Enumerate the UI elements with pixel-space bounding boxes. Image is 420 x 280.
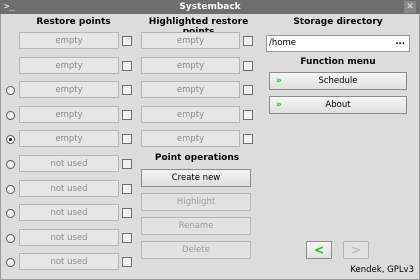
schedule-button[interactable]: » Schedule	[269, 72, 407, 90]
highlighted-point-checkbox[interactable]	[243, 85, 253, 96]
restore-point-radio[interactable]	[6, 135, 15, 145]
restore-point-radio[interactable]	[6, 233, 15, 243]
main-window: Restore points empty empty empty empty empty…	[0, 14, 420, 280]
delete-button[interactable]: Delete	[141, 241, 251, 259]
restore-point-checkbox[interactable]	[122, 85, 132, 96]
about-button[interactable]: » About	[269, 96, 407, 114]
browse-button[interactable]: ...	[395, 35, 405, 50]
highlighted-point-field[interactable]: empty	[141, 81, 240, 99]
restore-point-field[interactable]: not used	[19, 253, 119, 271]
restore-point-radio[interactable]	[6, 209, 15, 219]
back-button[interactable]: <	[306, 241, 332, 259]
highlight-button[interactable]: Highlight	[141, 193, 251, 211]
restore-point-checkbox[interactable]	[122, 109, 132, 120]
about-label: About	[325, 100, 351, 110]
restore-point-checkbox[interactable]	[122, 60, 132, 71]
restore-point-checkbox[interactable]	[122, 183, 132, 194]
restore-point-field[interactable]: empty	[19, 105, 119, 123]
highlighted-point-checkbox[interactable]	[243, 60, 253, 71]
restore-point-radio[interactable]	[6, 110, 15, 120]
restore-point-checkbox[interactable]	[122, 232, 132, 243]
restore-point-checkbox[interactable]	[122, 208, 132, 219]
title-bar: >_ Systemback ✕	[0, 0, 420, 14]
restore-point-checkbox[interactable]	[122, 134, 132, 145]
restore-point-checkbox[interactable]	[122, 159, 132, 169]
highlighted-point-checkbox[interactable]	[243, 134, 253, 145]
restore-point-checkbox[interactable]	[122, 36, 132, 46]
restore-point-radio[interactable]	[6, 258, 15, 268]
point-operations-header: Point operations	[154, 153, 240, 163]
window-title: Systemback	[179, 2, 241, 12]
restore-point-field[interactable]: not used	[19, 155, 119, 172]
close-icon[interactable]: ✕	[404, 1, 416, 13]
restore-point-field[interactable]: empty	[19, 32, 119, 49]
highlighted-point-checkbox[interactable]	[243, 36, 253, 46]
restore-points-header: Restore points	[36, 17, 111, 27]
back-arrow-icon: <	[313, 243, 325, 257]
highlighted-point-field[interactable]: empty	[141, 130, 240, 148]
schedule-label: Schedule	[318, 76, 358, 86]
storage-directory-header: Storage directory	[293, 17, 383, 27]
highlighted-point-field[interactable]: empty	[141, 105, 240, 123]
storage-path-field[interactable]: /home ...	[266, 35, 410, 52]
highlighted-point-field[interactable]: empty	[141, 56, 240, 74]
restore-point-radio[interactable]	[6, 160, 15, 169]
create-new-button[interactable]: Create new	[141, 169, 251, 187]
restore-point-field[interactable]: not used	[19, 228, 119, 246]
rename-button[interactable]: Rename	[141, 217, 251, 235]
restore-point-field[interactable]: not used	[19, 179, 119, 197]
restore-point-checkbox[interactable]	[122, 257, 132, 268]
restore-point-field[interactable]: empty	[19, 56, 119, 74]
restore-point-field[interactable]: not used	[19, 204, 119, 222]
restore-point-field[interactable]: empty	[19, 130, 119, 148]
double-chevron-right-icon: »	[276, 76, 282, 86]
function-menu-header: Function menu	[300, 57, 376, 67]
double-chevron-right-icon: »	[276, 100, 282, 110]
restore-point-radio[interactable]	[6, 86, 15, 96]
forward-button[interactable]: >	[343, 241, 369, 259]
storage-path-value: /home	[269, 38, 296, 48]
restore-point-field[interactable]: empty	[19, 81, 119, 99]
forward-arrow-icon: >	[350, 243, 362, 257]
highlighted-point-checkbox[interactable]	[243, 109, 253, 120]
highlighted-point-field[interactable]: empty	[141, 32, 240, 49]
restore-point-radio[interactable]	[6, 184, 15, 194]
footer-credit: Kendek, GPLv3	[350, 265, 414, 275]
